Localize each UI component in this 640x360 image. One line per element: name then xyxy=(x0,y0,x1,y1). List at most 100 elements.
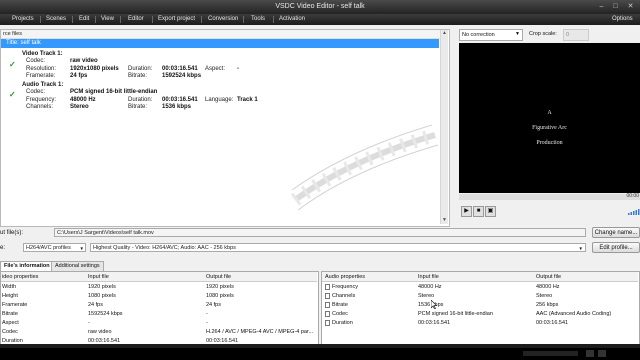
cursor-icon xyxy=(431,300,437,309)
audio-track-check-icon[interactable]: ✓ xyxy=(9,90,16,99)
audio-row-frequency-name: Frequency xyxy=(332,284,358,290)
audio-channels-key: Channels: xyxy=(26,104,54,110)
menu-separator xyxy=(95,16,96,23)
scroll-up-icon[interactable]: ▲ xyxy=(441,30,448,37)
audio-codec-key: Codec: xyxy=(26,89,46,95)
video-properties-header xyxy=(1,272,317,282)
video-track-check-icon[interactable]: ✓ xyxy=(9,60,16,69)
tab-files-information[interactable]: File's information xyxy=(0,261,54,271)
video-aspect-key: Aspect: xyxy=(205,66,226,72)
audio-channels-value: Stereo xyxy=(70,104,89,110)
play-icon[interactable]: ▶ xyxy=(461,206,472,217)
status-icon xyxy=(586,350,594,357)
video-col-input: Input file xyxy=(88,274,109,280)
quality-select[interactable]: Highest Quality - Video: H264/AVC; Audio… xyxy=(90,243,586,252)
edit-profile-label: Edit profile... xyxy=(599,245,633,251)
video-row-height-output: 1080 pixels xyxy=(206,293,234,299)
audio-duration-value: 00:03:16.541 xyxy=(162,97,198,103)
audio-codec-value: PCM signed 16-bit little-endian xyxy=(70,89,158,95)
property-icon xyxy=(325,302,330,308)
minimize-icon[interactable]: – xyxy=(597,2,606,11)
video-col-property: ideo properties xyxy=(2,274,39,280)
video-row-bitrate-input: 1592524 kbps xyxy=(88,311,123,317)
video-duration-key: Duration: xyxy=(128,66,153,72)
video-col-output: Output file xyxy=(206,274,232,280)
audio-language-key: Language: xyxy=(205,97,234,103)
correction-select-value: No correction xyxy=(462,32,495,38)
change-name-button[interactable]: Change name... xyxy=(592,227,640,238)
audio-row-bitrate-name: Bitrate xyxy=(332,302,348,308)
audio-row-duration-input: 00:03:16.541 xyxy=(418,320,451,326)
video-row-width-output: 1920 pixels xyxy=(206,284,234,290)
video-resolution-value: 1920x1080 pixels xyxy=(70,66,119,72)
close-icon[interactable]: ✕ xyxy=(626,2,635,11)
menu-tools[interactable]: Tools xyxy=(251,16,265,22)
video-row-aspect-name: Aspect xyxy=(2,320,19,326)
menu-separator xyxy=(273,16,274,23)
audio-row-channels-output: Stereo xyxy=(536,293,553,299)
preview-line-3: Production xyxy=(536,140,563,146)
menu-separator xyxy=(243,16,244,23)
menu-separator xyxy=(120,16,121,23)
menu-export-project[interactable]: Export project xyxy=(158,16,195,22)
audio-row-codec-name: Codec xyxy=(332,311,348,317)
stop-icon[interactable]: ■ xyxy=(473,206,484,217)
scroll-down-icon[interactable]: ▼ xyxy=(441,217,448,224)
property-icon xyxy=(325,293,330,299)
status-icon xyxy=(598,350,606,357)
menu-activation[interactable]: Activation xyxy=(279,16,305,22)
video-row-height-name: Height xyxy=(2,293,18,299)
title-row[interactable]: Title: self talk xyxy=(1,39,439,48)
audio-col-property: Audio properties xyxy=(325,274,366,280)
title-row-label: Title: self talk xyxy=(6,40,41,46)
preview-timeline[interactable]: 00:00 xyxy=(459,193,640,200)
video-row-codec-output: H.264 / AVC / MPEG-4 AVC / MPEG-4 par... xyxy=(206,329,314,335)
audio-language-value: Track 1 xyxy=(237,97,258,103)
video-bitrate-key: Bitrate: xyxy=(128,73,148,79)
input-file-path-value: C:\Users\J Sargent\Videos\self talk.mov xyxy=(57,230,154,236)
video-row-bitrate-name: Bitrate xyxy=(2,311,18,317)
window-title: VSDC Video Editor - self talk xyxy=(275,3,365,10)
menu-view[interactable]: View xyxy=(101,16,114,22)
bottom-bar xyxy=(0,348,640,360)
menu-conversion[interactable]: Conversion xyxy=(208,16,238,22)
property-icon xyxy=(325,284,330,290)
menu-projects[interactable]: Projects xyxy=(12,16,34,22)
tab-additional-settings[interactable]: Additional settings xyxy=(51,261,104,271)
video-row-height-input: 1080 pixels xyxy=(88,293,116,299)
menu-options[interactable]: Options xyxy=(612,16,633,22)
format-select[interactable]: H264/AVC profiles ▼ xyxy=(23,243,86,252)
audio-row-duration-name: Duration xyxy=(332,320,353,326)
audio-row-bitrate-output: 256 kbps xyxy=(536,302,559,308)
preview-line-1: A xyxy=(547,110,552,116)
preview-time: 00:00 xyxy=(626,193,639,199)
source-scrollbar[interactable]: ▲ ▼ xyxy=(440,30,448,224)
edit-profile-button[interactable]: Edit profile... xyxy=(592,242,640,253)
menu-bar: Projects Scenes Edit View Editor Export … xyxy=(0,14,640,25)
audio-row-frequency-input: 48000 Hz xyxy=(418,284,442,290)
volume-icon[interactable] xyxy=(628,207,640,215)
chevron-down-icon: ▼ xyxy=(79,246,84,251)
maximize-icon[interactable]: □ xyxy=(611,2,620,11)
input-file-path[interactable]: C:\Users\J Sargent\Videos\self talk.mov xyxy=(54,228,586,237)
crop-scale-input[interactable]: 0 xyxy=(563,29,589,41)
source-files-header: rce files xyxy=(1,30,447,39)
video-row-bitrate-output: - xyxy=(206,311,208,317)
menu-edit[interactable]: Edit xyxy=(79,16,89,22)
menu-scenes[interactable]: Scenes xyxy=(46,16,66,22)
title-bar: VSDC Video Editor - self talk – □ ✕ xyxy=(0,0,640,14)
menu-separator xyxy=(152,16,153,23)
audio-row-duration-output: 00:03:16.541 xyxy=(536,320,569,326)
property-icon xyxy=(325,311,330,317)
audio-col-output: Output file xyxy=(536,274,562,280)
menu-editor[interactable]: Editor xyxy=(128,16,144,22)
chevron-down-icon: ▼ xyxy=(515,31,520,37)
video-framerate-value: 24 fps xyxy=(70,73,88,79)
status-element xyxy=(523,351,578,356)
property-icon xyxy=(325,320,330,326)
video-row-framerate-name: Framerate xyxy=(2,302,28,308)
correction-select[interactable]: No correction ▼ xyxy=(459,29,523,41)
video-codec-key: Codec: xyxy=(26,58,46,64)
video-codec-value: raw video xyxy=(70,58,98,64)
fullscreen-icon[interactable]: ▣ xyxy=(485,206,496,217)
